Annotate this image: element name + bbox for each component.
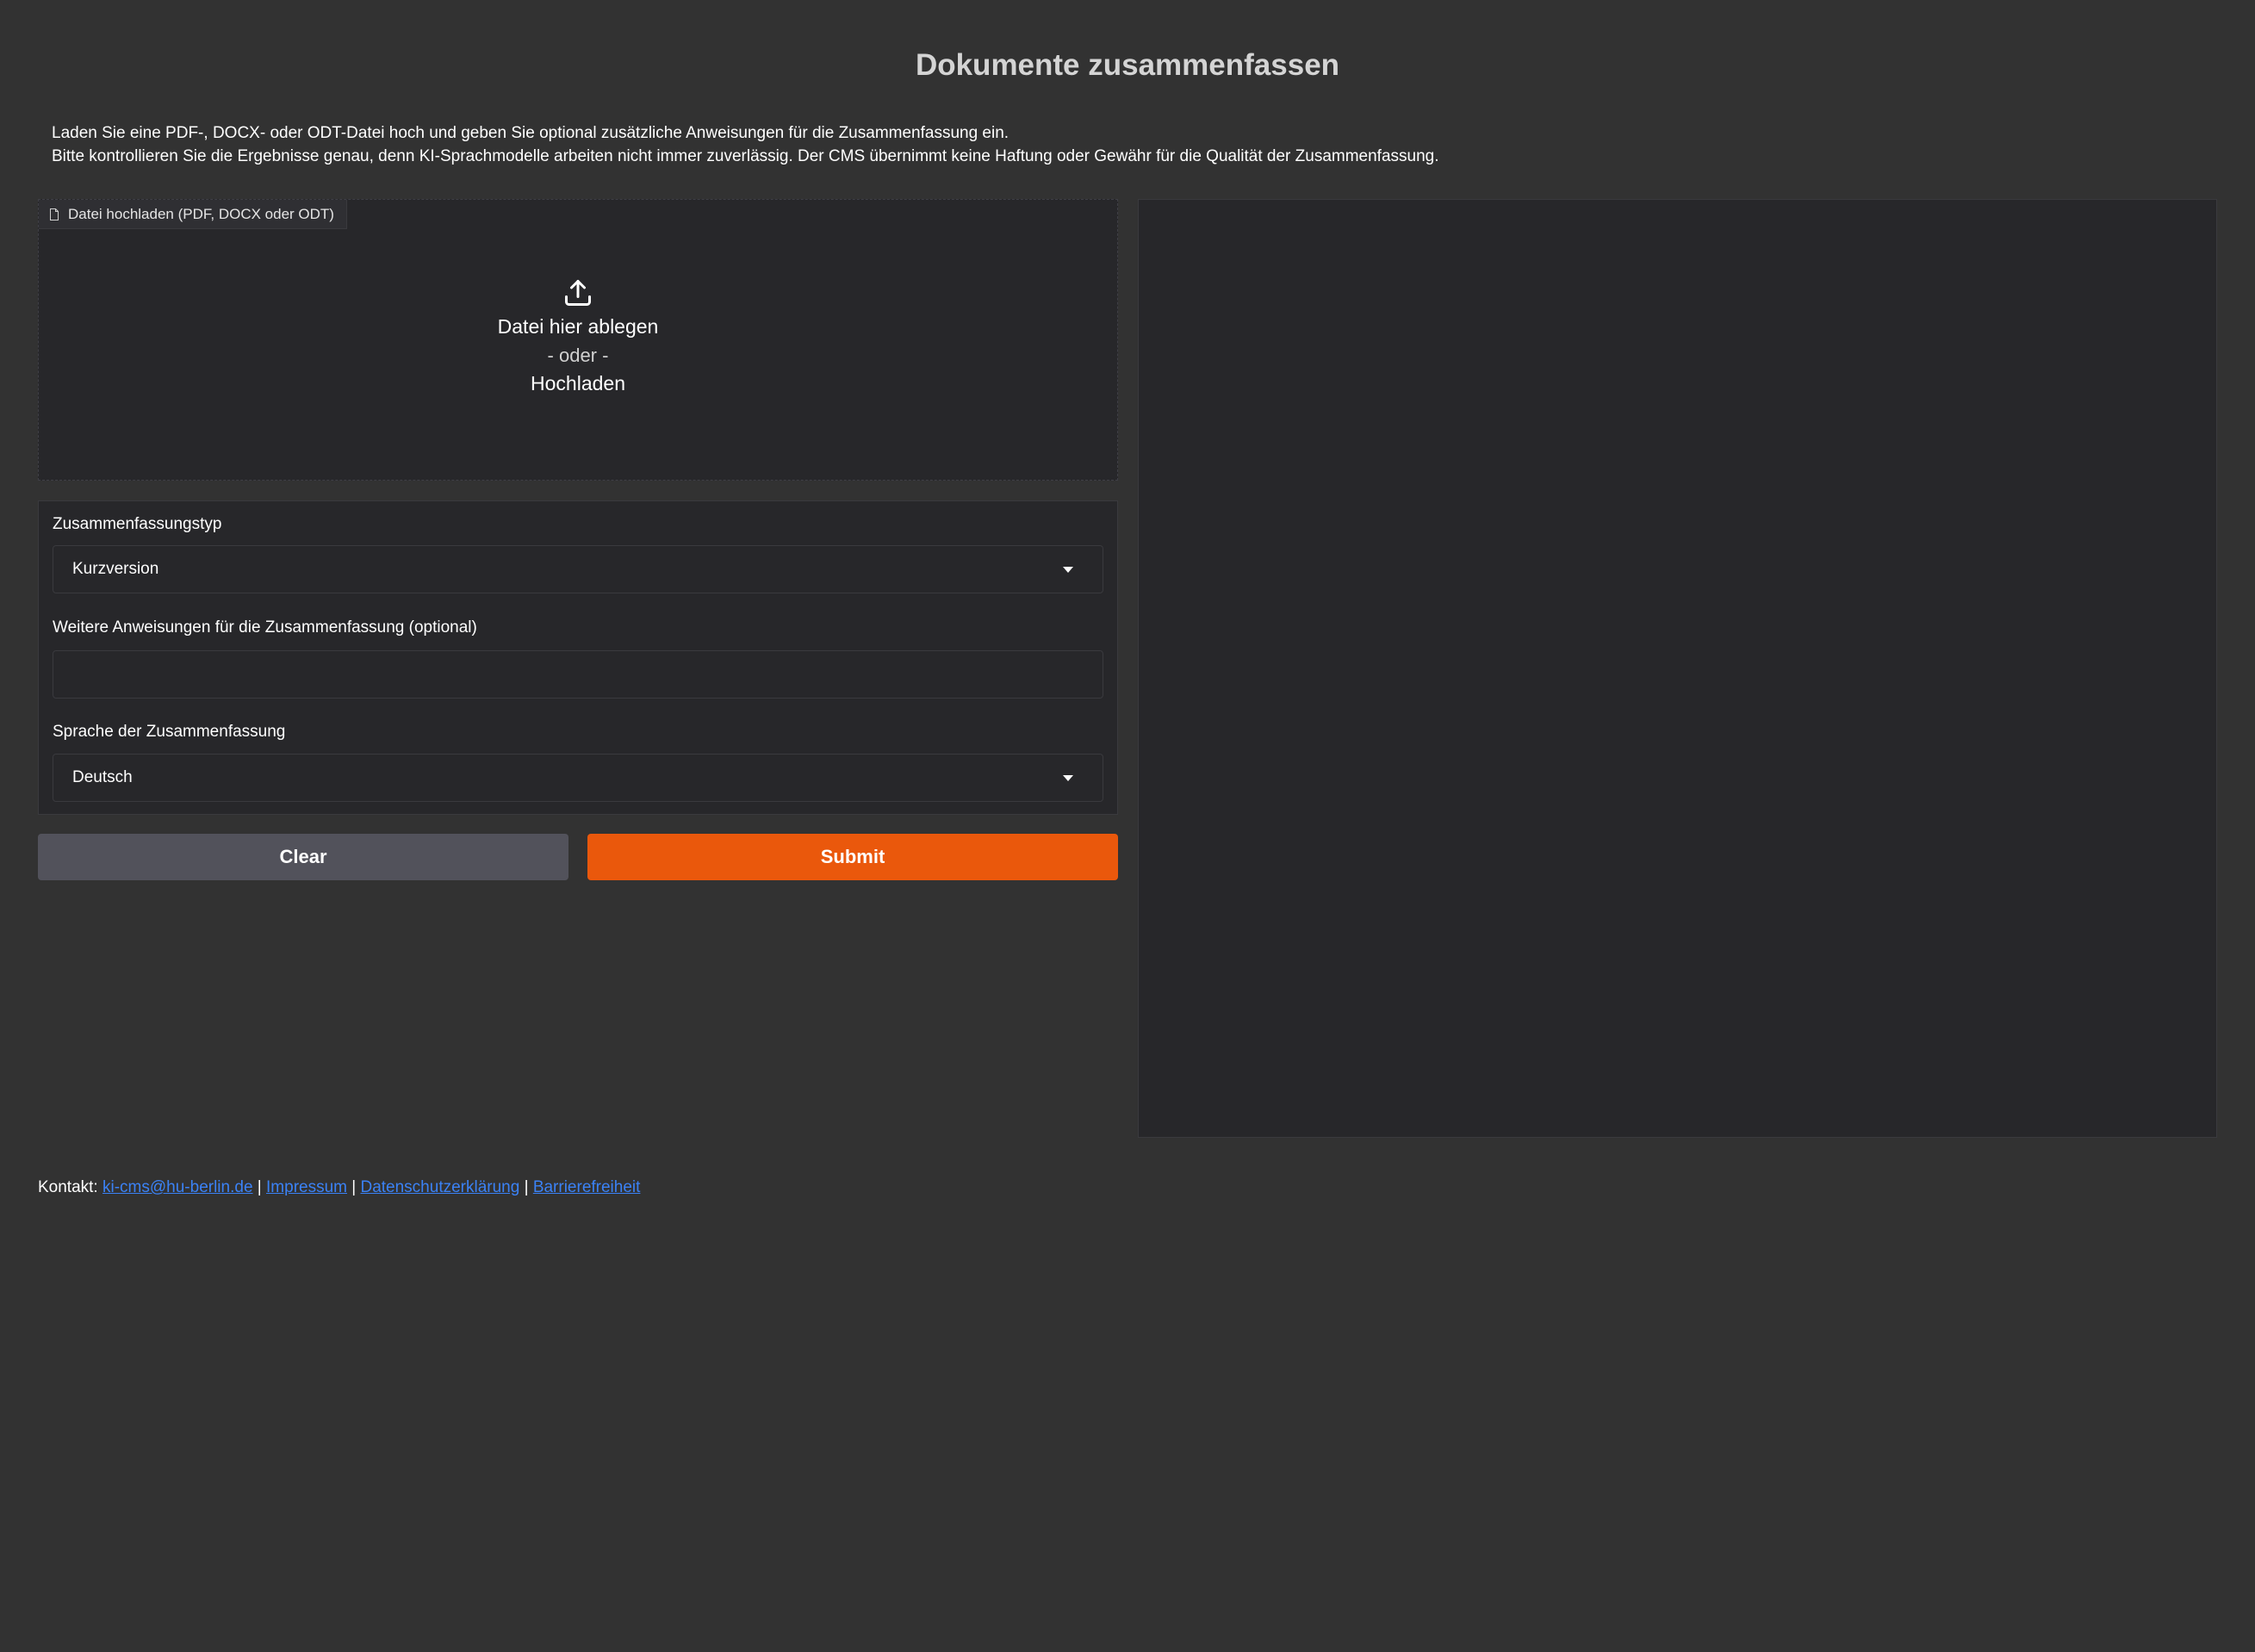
options-panel: Zusammenfassungstyp Kurzversion Weitere …	[38, 500, 1118, 815]
drop-zone[interactable]: Datei hier ablegen - oder - Hochladen	[39, 277, 1117, 398]
page-title: Dokumente zusammenfassen	[915, 48, 1340, 82]
footer-email-link[interactable]: ki-cms@hu-berlin.de	[102, 1178, 253, 1196]
footer-contact-label: Kontakt:	[38, 1178, 102, 1196]
clear-button[interactable]: Clear	[38, 834, 568, 880]
language-value: Deutsch	[72, 768, 133, 786]
upload-icon	[562, 277, 593, 313]
file-upload-label-text: Datei hochladen (PDF, DOCX oder ODT)	[68, 205, 334, 222]
footer: Kontakt: ki-cms@hu-berlin.de | Impressum…	[38, 1178, 640, 1197]
footer-separator: |	[346, 1178, 361, 1196]
description-line-2: Bitte kontrollieren Sie die Ergebnisse g…	[52, 147, 1439, 165]
summary-type-select[interactable]: Kurzversion	[53, 545, 1103, 593]
language-select[interactable]: Deutsch	[53, 754, 1103, 802]
page: Dokumente zusammenfassen Laden Sie eine …	[0, 0, 2255, 1652]
summary-type-label: Zusammenfassungstyp	[53, 515, 222, 533]
page-description: Laden Sie eine PDF-, DOCX- oder ODT-Date…	[52, 121, 1439, 168]
footer-separator: |	[252, 1178, 267, 1196]
summary-output-panel	[1138, 199, 2217, 1138]
description-line-1: Laden Sie eine PDF-, DOCX- oder ODT-Date…	[52, 124, 1009, 142]
file-icon	[49, 208, 59, 220]
file-upload-label: Datei hochladen (PDF, DOCX oder ODT)	[39, 200, 347, 229]
chevron-down-icon	[1063, 567, 1073, 573]
upload-link-text[interactable]: Hochladen	[39, 370, 1117, 398]
drop-or-text: - oder -	[547, 345, 609, 366]
footer-barrierefreiheit-link[interactable]: Barrierefreiheit	[533, 1178, 641, 1196]
instructions-input[interactable]	[53, 650, 1103, 699]
footer-impressum-link[interactable]: Impressum	[266, 1178, 347, 1196]
submit-button[interactable]: Submit	[587, 834, 1118, 880]
footer-separator: |	[519, 1178, 533, 1196]
file-upload-panel[interactable]: Datei hochladen (PDF, DOCX oder ODT) Dat…	[38, 199, 1118, 481]
language-label: Sprache der Zusammenfassung	[53, 723, 286, 741]
chevron-down-icon	[1063, 775, 1073, 781]
summary-type-value: Kurzversion	[72, 560, 159, 578]
instructions-label: Weitere Anweisungen für die Zusammenfass…	[53, 618, 477, 637]
footer-datenschutz-link[interactable]: Datenschutzerklärung	[360, 1178, 519, 1196]
drop-text: Datei hier ablegen	[497, 315, 659, 338]
